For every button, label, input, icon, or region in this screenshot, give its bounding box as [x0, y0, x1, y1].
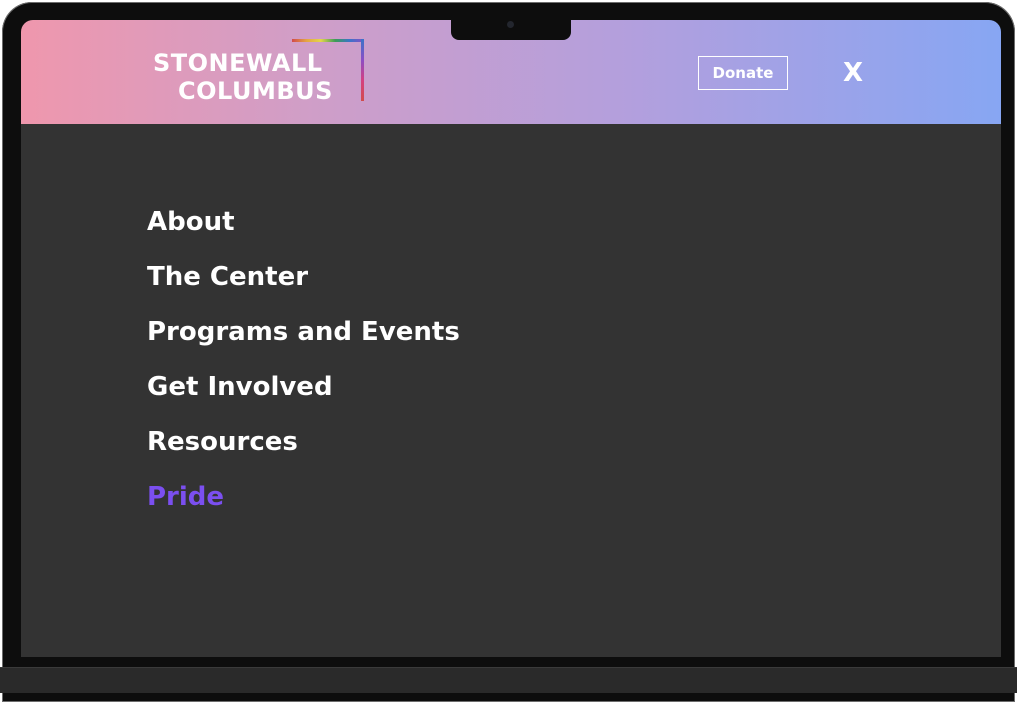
logo-text-line2: COLUMBUS	[178, 77, 333, 105]
logo-text-line1: STONEWALL	[153, 49, 323, 77]
menu-item-programs-and-events[interactable]: Programs and Events	[147, 310, 460, 365]
main-menu: About The Center Programs and Events Get…	[147, 200, 460, 530]
laptop-frame: STONEWALL COLUMBUS Donate X About The Ce…	[2, 2, 1015, 702]
camera-icon	[507, 21, 514, 28]
menu-item-about[interactable]: About	[147, 200, 460, 255]
menu-item-pride[interactable]: Pride	[147, 475, 460, 530]
laptop-base	[0, 667, 1017, 693]
menu-item-the-center[interactable]: The Center	[147, 255, 460, 310]
stonewall-columbus-logo[interactable]: STONEWALL COLUMBUS	[151, 39, 366, 105]
logo-rainbow-bracket-top	[292, 39, 364, 42]
screen: STONEWALL COLUMBUS Donate X About The Ce…	[21, 20, 1001, 657]
camera-notch	[451, 18, 571, 40]
menu-item-resources[interactable]: Resources	[147, 420, 460, 475]
close-icon[interactable]: X	[839, 56, 867, 90]
logo-rainbow-bracket-right	[361, 39, 364, 101]
menu-item-get-involved[interactable]: Get Involved	[147, 365, 460, 420]
donate-button[interactable]: Donate	[698, 56, 788, 90]
